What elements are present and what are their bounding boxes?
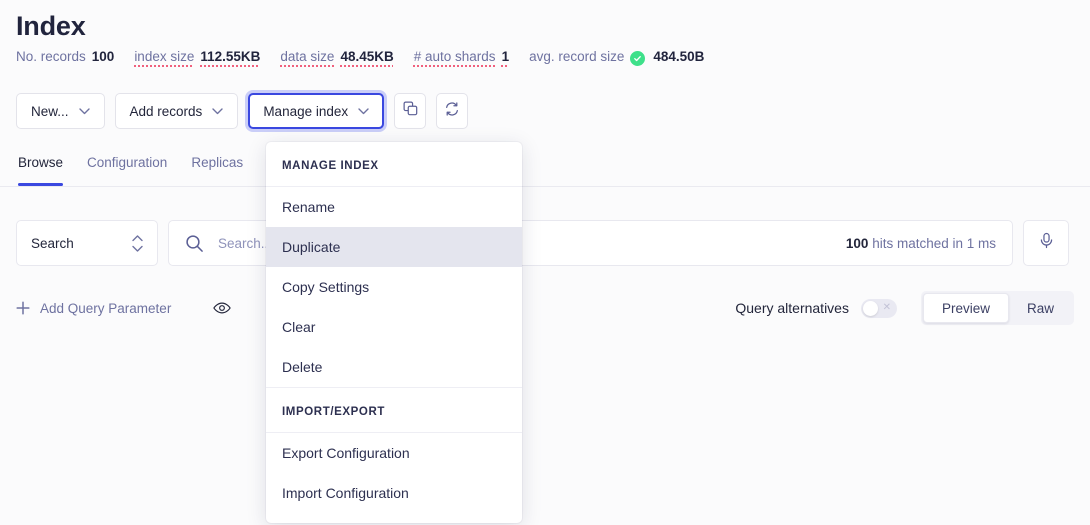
tab-configuration[interactable]: Configuration [75, 148, 179, 186]
stepper-icon[interactable] [132, 234, 143, 252]
menu-item-import-configuration[interactable]: Import Configuration [266, 473, 522, 513]
page-title: Index [16, 11, 86, 41]
check-circle-icon [630, 51, 646, 66]
stat-item: # auto shards 1 [414, 49, 509, 64]
stat-item: avg. record size 484.50B [529, 49, 705, 66]
stat-value: 484.50B [653, 49, 705, 64]
stat-item: No. records 100 [16, 49, 114, 64]
manage-index-button[interactable]: Manage index [248, 93, 385, 129]
stat-value: 100 [91, 49, 115, 64]
chevron-down-icon [358, 107, 369, 115]
stat-item: data size 48.45KB [280, 49, 393, 64]
stat-label: # auto shards [413, 49, 496, 64]
voice-search-button[interactable] [1023, 220, 1069, 266]
menu-group-manage: Rename Duplicate Copy Settings Clear Delete [266, 187, 522, 387]
menu-item-clear[interactable]: Clear [266, 307, 522, 347]
index-page: Index No. records 100 index size 112.55KB da… [0, 0, 1090, 525]
add-records-button[interactable]: Add records [114, 93, 239, 129]
new-button[interactable]: New... [16, 93, 105, 129]
search-scope-select[interactable]: Search [16, 220, 158, 266]
add-query-parameter-button[interactable]: Add Query Parameter [16, 301, 171, 316]
stat-label: index size [134, 49, 195, 64]
close-icon: ✕ [882, 302, 891, 313]
tab-replicas[interactable]: Replicas [179, 148, 255, 186]
refresh-icon-button[interactable] [436, 93, 469, 129]
query-parameter-row: Add Query Parameter Query alternatives ✕… [16, 291, 1074, 325]
plus-icon [16, 301, 30, 315]
raw-tab[interactable]: Raw [1009, 293, 1072, 323]
add-records-button-label: Add records [129, 103, 203, 119]
hits-status: 100 hits matched in 1 ms [846, 236, 996, 251]
hits-count: 100 [845, 235, 869, 251]
refresh-icon [444, 101, 460, 122]
stat-label: avg. record size [529, 49, 625, 64]
hits-text: hits matched in 1 ms [872, 235, 996, 251]
stat-label: No. records [16, 49, 86, 64]
query-alternatives-toggle[interactable]: ✕ [860, 298, 897, 318]
preview-tab[interactable]: Preview [922, 293, 1009, 323]
stat-item: index size 112.55KB [134, 49, 260, 64]
toggle-knob [862, 300, 878, 316]
eye-icon[interactable] [213, 301, 232, 315]
menu-item-rename[interactable]: Rename [266, 187, 522, 227]
chevron-down-icon [78, 107, 90, 115]
search-scope-value: Search [31, 235, 74, 251]
stat-value: 48.45KB [340, 49, 394, 64]
search-icon [185, 234, 204, 253]
new-button-label: New... [31, 103, 69, 119]
copy-icon [403, 101, 418, 121]
menu-bottom-padding [266, 513, 522, 523]
query-alternatives-label: Query alternatives [735, 300, 849, 316]
menu-item-duplicate[interactable]: Duplicate [266, 227, 522, 267]
search-row: Search Search... 100 hits matched in 1 m… [16, 220, 1069, 266]
stat-label: data size [280, 49, 335, 64]
tab-browse[interactable]: Browse [16, 148, 75, 186]
menu-item-export-configuration[interactable]: Export Configuration [266, 433, 522, 473]
add-query-parameter-label: Add Query Parameter [40, 300, 172, 316]
stat-value: 1 [501, 49, 510, 64]
index-tabs: BrowseConfigurationReplicasSynonyms [0, 148, 1090, 187]
view-mode-segmented-control: Preview Raw [920, 291, 1074, 325]
manage-index-button-label: Manage index [263, 103, 349, 119]
menu-item-copy-settings[interactable]: Copy Settings [266, 267, 522, 307]
chevron-down-icon [212, 107, 224, 115]
copy-icon-button[interactable] [394, 93, 427, 129]
query-view-controls: Query alternatives ✕ Preview Raw [735, 291, 1074, 325]
menu-item-delete[interactable]: Delete [266, 347, 522, 387]
menu-section-manage-index: MANAGE INDEX [266, 142, 522, 187]
manage-index-menu: MANAGE INDEX Rename Duplicate Copy Setting… [266, 142, 522, 523]
index-stats: No. records 100 index size 112.55KB data siz… [16, 49, 724, 66]
stat-value: 112.55KB [200, 49, 261, 64]
menu-section-import-export: IMPORT/EXPORT [266, 387, 522, 433]
microphone-icon [1038, 232, 1055, 254]
menu-group-import-export: Export Configuration Import Configuration [266, 433, 522, 513]
index-toolbar: New... Add records Manage index [16, 93, 469, 129]
